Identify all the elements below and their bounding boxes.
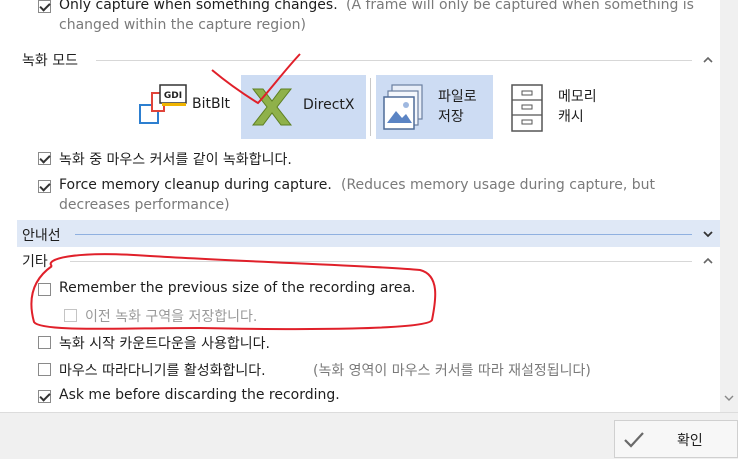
memory-cache-icon [511,84,543,132]
other-divider [70,261,692,262]
mode-save-to-file-label-2: 저장 [438,109,464,125]
follow-mouse-checkbox[interactable] [38,363,51,376]
mode-memory-cache-label-1: 메모리 [558,89,597,105]
guidelines-section-header[interactable]: 안내선 [17,220,720,247]
recording-mode-divider [96,60,692,61]
mode-bitblt-label: BitBlt [192,96,230,112]
directx-icon [251,88,293,126]
save-previous-area-checkbox[interactable] [64,309,77,322]
recording-mode-title: 녹화 모드 [22,53,78,69]
remember-size-label: Remember the previous size of the record… [59,280,416,296]
scroll-down-arrow-icon[interactable] [724,393,734,403]
mode-directx-label: DirectX [303,97,355,113]
mode-memory-cache-label-2: 캐시 [558,109,584,125]
ok-button[interactable]: 확인 [614,420,738,458]
only-capture-changes-hint-1: (A frame will only be captured when some… [346,0,694,13]
mode-directx[interactable]: DirectX [241,75,366,139]
force-memory-cleanup-hint-1: (Reduces memory usage during capture, bu… [341,177,655,193]
chevron-down-icon[interactable] [701,227,715,241]
force-memory-cleanup-label: Force memory cleanup during capture. [59,177,332,193]
mode-save-to-file-label-1: 파일로 [438,89,477,105]
checkmark-icon [624,432,644,448]
chevron-up-icon[interactable] [701,254,715,268]
chevron-up-icon[interactable] [701,53,715,67]
record-cursor-checkbox[interactable] [38,152,51,165]
gdi-icon: GDI [139,84,187,124]
vertical-scrollbar[interactable] [720,0,738,412]
only-capture-changes-hint-2: changed within the capture region) [59,17,306,33]
save-to-file-icon [383,84,423,130]
follow-mouse-hint: (녹화 영역이 마우스 커서를 따라 재설정됩니다) [313,363,591,379]
only-capture-changes-checkbox[interactable] [38,0,51,13]
mode-save-to-file[interactable]: 파일로 저장 [376,75,493,139]
follow-mouse-label: 마우스 따라다니기를 활성화합니다. [59,363,266,379]
mode-memory-cache[interactable]: 메모리 캐시 [500,75,610,139]
ask-before-discard-checkbox[interactable] [38,390,51,403]
force-memory-cleanup-hint-2: decreases performance) [59,197,230,213]
save-previous-area-label: 이전 녹화 구역을 저장합니다. [85,309,258,325]
mode-separator [370,78,371,136]
guidelines-title: 안내선 [22,228,61,244]
guidelines-divider [75,234,692,235]
force-memory-cleanup-checkbox[interactable] [38,180,51,193]
countdown-checkbox[interactable] [38,336,51,349]
ok-button-label: 확인 [677,433,703,449]
svg-text:GDI: GDI [164,91,182,101]
countdown-label: 녹화 시작 카운트다운을 사용합니다. [59,336,270,352]
mode-bitblt[interactable]: GDI BitBlt [134,75,234,139]
ask-before-discard-label: Ask me before discarding the recording. [59,387,340,403]
other-title: 기타 [22,254,48,270]
remember-size-checkbox[interactable] [38,283,51,296]
only-capture-changes-label: Only capture when something changes. [59,0,338,13]
record-cursor-label: 녹화 중 마우스 커서를 같이 녹화합니다. [59,152,292,168]
